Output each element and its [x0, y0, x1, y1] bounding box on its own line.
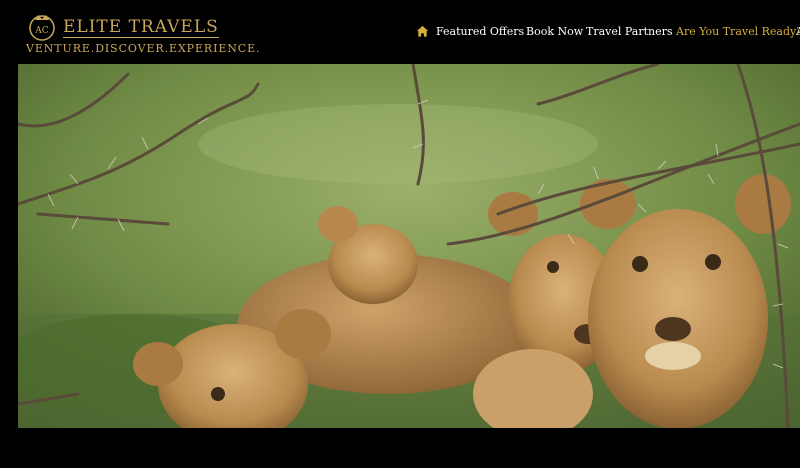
crown-emblem-icon: AC [29, 15, 55, 41]
nav-are-you-travel-ready[interactable]: Are You Travel Ready? [676, 25, 800, 39]
brand-name: ELITE TRAVELS [63, 17, 219, 38]
nav-travel-partners[interactable]: Travel Partners [586, 25, 673, 39]
svg-text:AC: AC [34, 26, 48, 36]
lion-cubs-photo [18, 64, 800, 428]
site-logo[interactable]: AC ELITE TRAVELS VENTURE.DISCOVER.EXPERI… [26, 11, 260, 57]
site-header: AC ELITE TRAVELS VENTURE.DISCOVER.EXPERI… [0, 0, 800, 64]
nav-overflow-item[interactable]: A [796, 25, 800, 39]
home-icon[interactable] [416, 25, 429, 38]
brand-tagline: VENTURE.DISCOVER.EXPERIENCE. [26, 42, 261, 55]
main-nav: Featured Offers Book Now Travel Partners… [416, 25, 800, 41]
hero-image [18, 64, 800, 428]
nav-featured-offers[interactable]: Featured Offers [436, 25, 524, 39]
nav-book-now[interactable]: Book Now [526, 25, 583, 39]
